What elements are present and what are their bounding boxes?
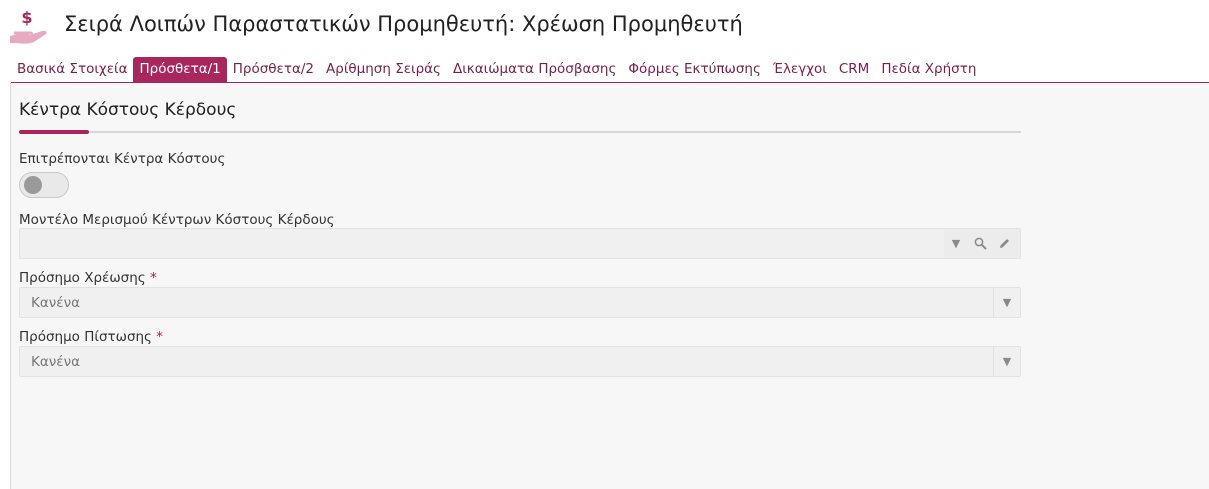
allocation-model-actions: ▼: [944, 229, 1020, 258]
tab-8[interactable]: CRM: [833, 57, 875, 82]
debit-sign-value: Κανένα: [31, 295, 81, 311]
allocation-model-field[interactable]: ▼: [19, 228, 1021, 259]
debit-sign-label-text: Πρόσημο Χρέωσης: [19, 270, 146, 286]
credit-sign-select[interactable]: Κανένα ▼: [19, 346, 1021, 377]
tab-5[interactable]: Δικαιώματα Πρόσβασης: [447, 57, 622, 82]
page-title: Σειρά Λοιπών Παραστατικών Προμηθευτή: Χρ…: [64, 12, 743, 36]
pencil-icon[interactable]: [992, 229, 1016, 258]
credit-sign-label-text: Πρόσημο Πίστωσης: [19, 329, 152, 345]
debit-sign-select[interactable]: Κανένα ▼: [19, 287, 1021, 318]
section-title: Κέντρα Κόστους Κέρδους: [19, 100, 237, 120]
allow-cost-centers-toggle[interactable]: [19, 172, 69, 198]
required-mark: *: [156, 329, 164, 345]
tab-4[interactable]: Αρίθμηση Σειράς: [320, 57, 447, 82]
required-mark: *: [150, 270, 157, 286]
section-divider: [19, 131, 1021, 133]
tab-7[interactable]: Έλεγχοι: [767, 57, 833, 82]
credit-sign-value: Κανένα: [31, 354, 81, 370]
tab-9[interactable]: Πεδία Χρήστη: [875, 57, 982, 82]
toggle-knob: [24, 176, 42, 194]
tab-1[interactable]: Βασικά Στοιχεία: [11, 57, 133, 82]
tab-6[interactable]: Φόρμες Εκτύπωσης: [622, 57, 766, 82]
page-header: $ Σειρά Λοιπών Παραστατικών Προμηθευτή: …: [0, 0, 1209, 52]
chevron-down-icon[interactable]: ▼: [994, 347, 1020, 376]
tab-2[interactable]: Πρόσθετα/1: [133, 57, 227, 82]
chevron-down-icon[interactable]: ▼: [944, 229, 968, 258]
tab-3[interactable]: Πρόσθετα/2: [227, 57, 320, 82]
credit-sign-actions: ▼: [993, 347, 1020, 376]
tab-content-panel: Κέντρα Κόστους Κέρδους Επιτρέπονται Κέντ…: [10, 83, 1209, 489]
debit-sign-label: Πρόσημο Χρέωσης *: [19, 270, 157, 286]
credit-sign-label: Πρόσημο Πίστωσης *: [19, 329, 163, 345]
debit-sign-actions: ▼: [993, 288, 1020, 317]
chevron-down-icon[interactable]: ▼: [994, 288, 1020, 317]
tab-bar: Βασικά Στοιχεία Πρόσθετα/1 Πρόσθετα/2 Αρίθμ…: [11, 57, 982, 82]
allow-cost-centers-label: Επιτρέπονται Κέντρα Κόστους: [19, 151, 226, 167]
money-hand-icon: $: [8, 6, 52, 46]
svg-text:$: $: [21, 8, 32, 27]
allocation-model-label: Μοντέλο Μερισμού Κέντρων Κόστους Κέρδους: [19, 212, 335, 228]
section-divider-accent: [19, 130, 89, 134]
search-icon[interactable]: [968, 229, 992, 258]
